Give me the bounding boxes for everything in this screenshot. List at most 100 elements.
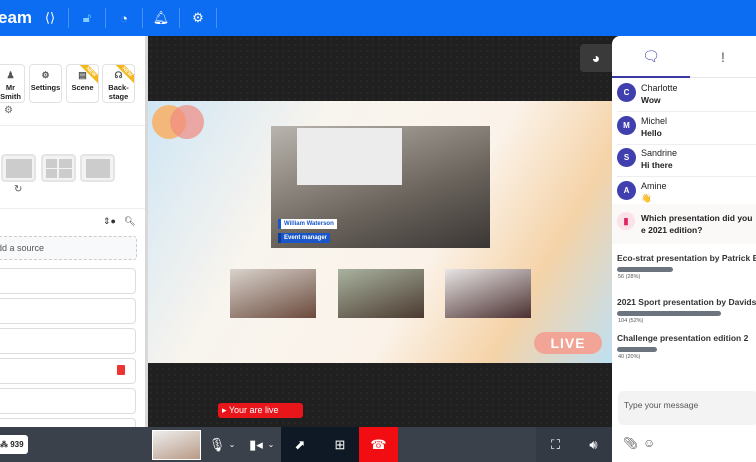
lock-icon[interactable]: 🔓︎ — [69, 8, 106, 28]
sender-name: Michel — [641, 115, 668, 126]
tool-settings[interactable]: ⚙ Settings — [29, 64, 62, 103]
self-preview — [152, 430, 201, 460]
poll-option[interactable]: Challenge presentation edition 2 — [617, 333, 748, 343]
poll-result-bar — [617, 267, 673, 272]
source-item[interactable] — [0, 388, 136, 414]
gears-icon: ⚙ — [41, 70, 50, 80]
control-bar: ⁂ 939 🎙︎ ⌄ ▮◂ ⌄ ⬈ ⊞ ☎ ⛶ 🔊︎ — [0, 427, 612, 462]
source-item[interactable] — [0, 358, 136, 384]
people-icon: ⁂ — [0, 440, 8, 449]
volume-icon[interactable]: 🔊︎ — [581, 427, 606, 462]
search-icon[interactable]: 🔍︎ — [124, 216, 135, 227]
chat-tabs: 🗨︎ ! — [612, 36, 756, 78]
rss-icon[interactable]: ◔ — [106, 8, 143, 28]
tool-scene[interactable]: NEW ▤ Scene — [66, 64, 99, 103]
scene-slide: William Waterson Event manager LIVE — [148, 101, 612, 363]
layout-single[interactable] — [80, 154, 115, 182]
sender-name: Charlotte — [641, 83, 678, 93]
participants-button[interactable]: ⁂ 939 — [0, 435, 28, 454]
source-item[interactable] — [0, 328, 136, 354]
hang-up-button[interactable]: ☎ — [359, 427, 398, 462]
message-placeholder: Type your message — [624, 400, 699, 410]
chat-message: M Michel Hello — [617, 113, 756, 145]
source-item[interactable] — [0, 298, 136, 324]
poll-question: ▮ Which presentation did you e 2021 edit… — [612, 204, 756, 244]
add-source-label: dd a source — [0, 243, 45, 253]
poll-result-bar — [617, 311, 721, 316]
tool-label: Scene — [71, 83, 94, 92]
chevron-down-icon[interactable]: ⌄ — [266, 427, 276, 462]
message-text: Hello — [641, 127, 662, 138]
chat-message: C Charlotte Wow — [617, 80, 756, 112]
gear-icon[interactable]: ⚙ — [4, 105, 13, 116]
sort-icon[interactable]: ⇕● — [103, 216, 116, 227]
avatar: C — [617, 83, 636, 102]
live-status-text: Your are live — [228, 405, 279, 415]
left-panel: ♟ Mr Smith ⚙ Settings NEW ▤ Scene NEW ☊ Back-s… — [0, 36, 145, 444]
layout-pip[interactable] — [1, 154, 36, 182]
message-text: 👋 — [641, 192, 652, 203]
lower-third-name: William Waterson — [278, 219, 337, 229]
guest-video — [338, 269, 424, 318]
sender-name: Sandrine — [641, 148, 678, 158]
poll-question-text: Which presentation did you e 2021 editio… — [641, 213, 753, 235]
guest-video — [445, 269, 531, 318]
tab-chat[interactable]: 🗨︎ — [612, 36, 690, 78]
layout-grid[interactable] — [41, 154, 76, 182]
chevron-down-icon[interactable]: ⌄ — [226, 427, 238, 462]
shield-icon — [117, 365, 125, 375]
fullscreen-icon[interactable]: ⛶ — [543, 427, 568, 462]
avatar: M — [617, 115, 636, 135]
tool-mr-smith[interactable]: ♟ Mr Smith — [0, 64, 25, 103]
poll-count: 40 (20%) — [618, 354, 641, 360]
lower-third-role: Event manager — [278, 233, 331, 243]
emoji-icon[interactable]: ☺ — [643, 436, 655, 450]
add-document-icon[interactable]: ⊞ — [325, 427, 355, 462]
poll-count: 56 (28%) — [618, 274, 641, 280]
avatar: S — [617, 148, 636, 167]
tool-label: Settings — [30, 83, 61, 92]
poll-option[interactable]: Eco-strat presentation by Patrick Br — [617, 253, 756, 263]
camera-icon[interactable]: ▮◂ — [246, 427, 266, 462]
main-video: William Waterson Event manager — [271, 126, 490, 248]
top-bar: eam ⟨⟩ 🔓︎ ◔ 🔔︎ ⚙ — [0, 0, 756, 36]
live-status: ▸ Your are live — [218, 403, 303, 418]
participant-count: 939 — [10, 440, 24, 449]
question-icon: ! — [721, 49, 725, 65]
poll-count: 104 (52%) — [618, 318, 644, 324]
stage: ◕ William Waterson Event manager LIVE ▸ … — [148, 36, 612, 427]
message-text: Wow — [641, 95, 661, 105]
person-icon: ♟ — [6, 70, 15, 80]
tab-questions[interactable]: ! — [690, 36, 756, 78]
pie-chart-icon[interactable]: ◕ — [580, 44, 612, 72]
guest-video — [230, 269, 316, 318]
brand-logo: eam — [0, 8, 33, 27]
poll-icon: ▮ — [617, 212, 635, 230]
live-badge: LIVE — [534, 332, 602, 354]
bell-icon[interactable]: 🔔︎ — [143, 8, 180, 28]
refresh-icon[interactable]: ↻ — [14, 184, 22, 195]
divider — [0, 208, 145, 209]
paperclip-icon[interactable]: 📎︎ — [623, 436, 638, 450]
divider — [0, 125, 145, 126]
chat-message: S Sandrine Hi there — [617, 145, 756, 177]
share-icon[interactable]: ⟨⟩ — [32, 8, 69, 28]
add-source-button[interactable]: dd a source — [0, 236, 137, 260]
sender-name: Amine — [641, 180, 667, 191]
poll-option[interactable]: 2021 Sport presentation by Davidso — [617, 297, 756, 307]
tool-label: Mr Smith — [0, 83, 21, 101]
phone-hangup-icon: ☎ — [370, 436, 387, 452]
poll-result-bar — [617, 347, 657, 352]
tool-backstage[interactable]: NEW ☊ Back-stage — [102, 64, 135, 103]
message-input[interactable]: Type your message — [618, 391, 756, 425]
chat-panel: 🗨︎ ! C Charlotte Wow M Michel Hello S Sandrine H… — [612, 36, 756, 462]
microphone-icon[interactable]: 🎙︎ — [206, 427, 228, 462]
source-item[interactable] — [0, 268, 136, 294]
avatar: A — [617, 180, 636, 200]
gear-icon[interactable]: ⚙ — [180, 8, 217, 28]
screen-share-icon[interactable]: ⬈ — [285, 427, 315, 462]
tool-label: Back-stage — [108, 83, 129, 101]
logo — [170, 105, 204, 139]
chat-bubble-icon: 🗨︎ — [642, 47, 660, 64]
message-text: Hi there — [641, 160, 673, 170]
